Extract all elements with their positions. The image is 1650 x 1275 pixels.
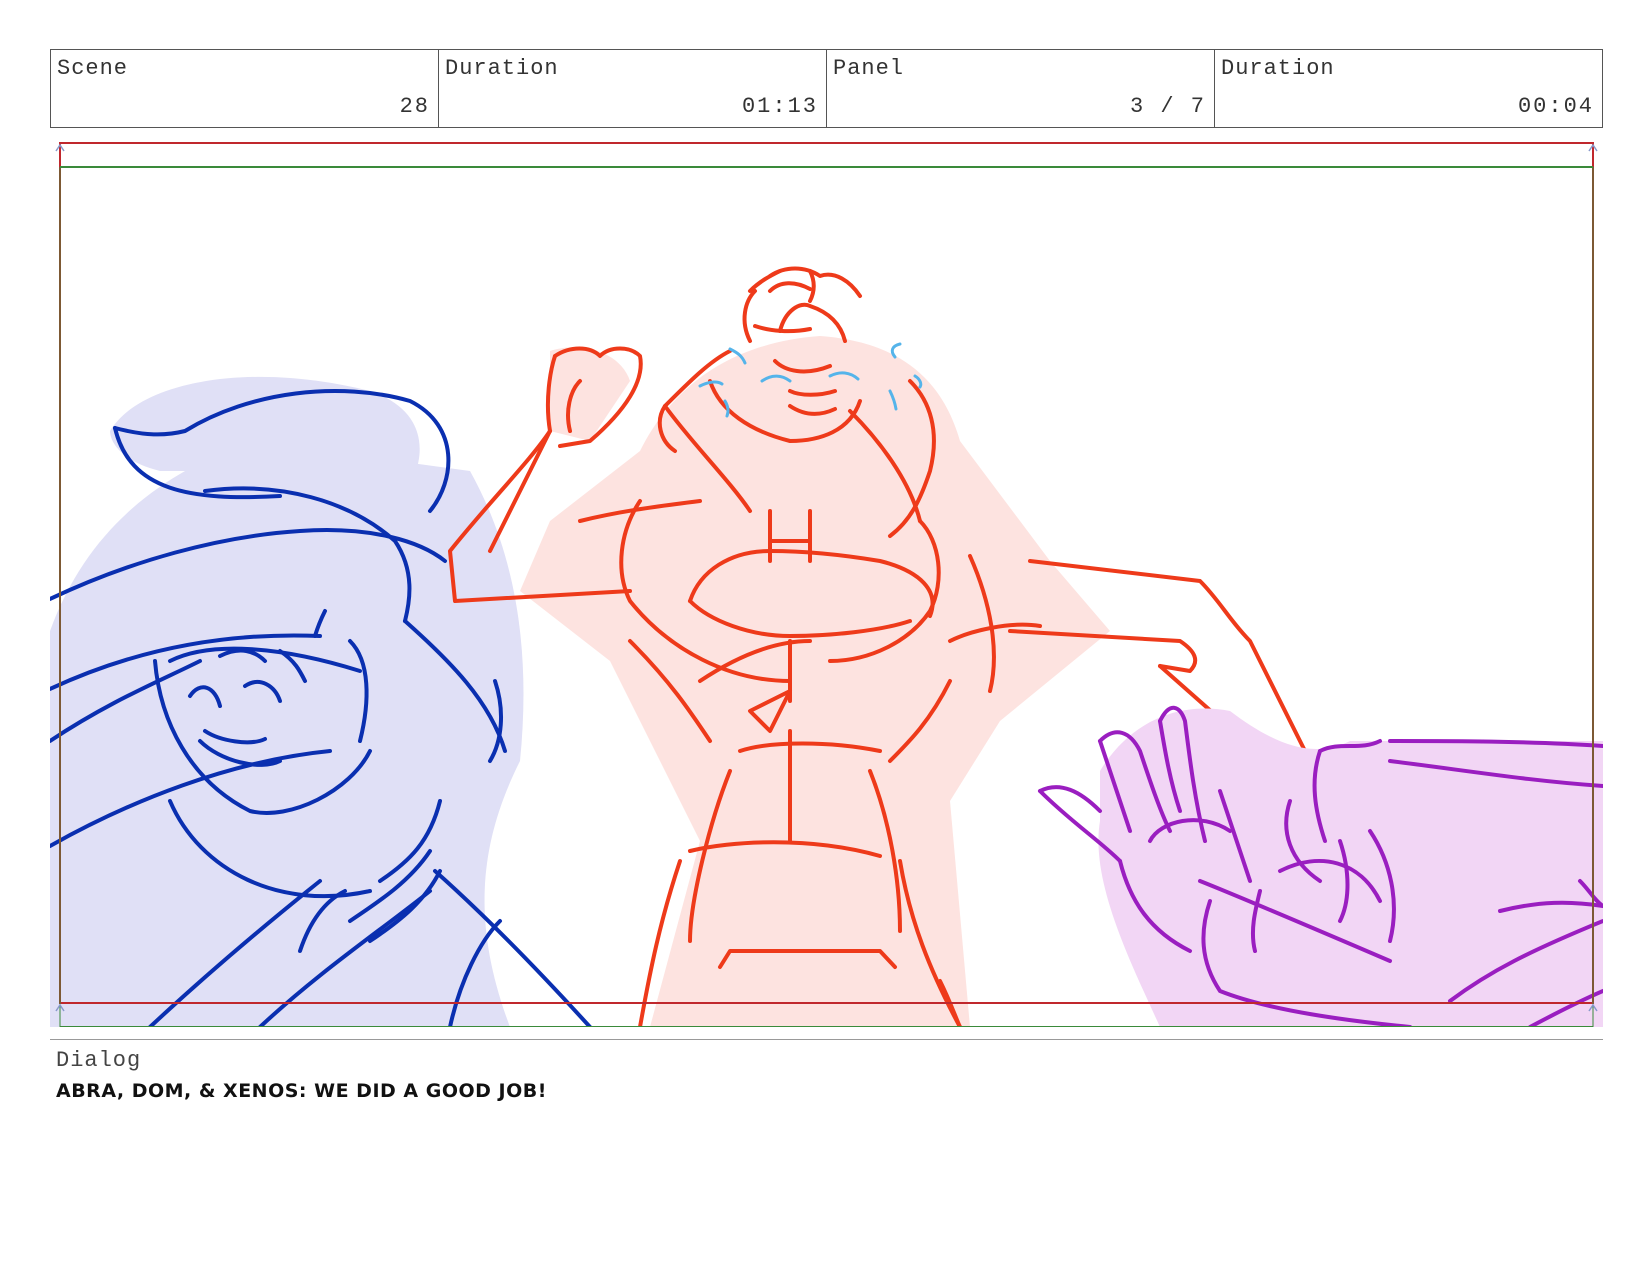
scene-duration-value: 01:13 (741, 94, 818, 119)
dialog-divider (50, 1039, 1603, 1040)
scene-duration-cell: Duration 01:13 (439, 50, 827, 127)
panel-duration-label: Duration (1221, 56, 1335, 81)
panel-duration-value: 00:04 (1517, 94, 1594, 119)
character-right-sketch (1038, 705, 1603, 1027)
dialog-text: ABRA, DOM, & XENOS: WE DID A GOOD JOB! (56, 1080, 547, 1102)
character-left-sketch (50, 376, 592, 1027)
scene-duration-label: Duration (445, 56, 559, 81)
panel-label: Panel (833, 56, 905, 81)
panel-duration-cell: Duration 00:04 (1215, 50, 1602, 127)
scene-cell: Scene 28 (51, 50, 439, 127)
storyboard-drawing (50, 142, 1603, 1027)
dialog-label: Dialog (56, 1048, 142, 1073)
panel-number: 3 / 7 (1129, 94, 1206, 119)
panel-cell: Panel 3 / 7 (827, 50, 1215, 127)
storyboard-panel (50, 141, 1603, 1027)
scene-number: 28 (399, 94, 430, 119)
panel-info-header: Scene 28 Duration 01:13 Panel 3 / 7 Dura… (50, 49, 1603, 128)
scene-label: Scene (57, 56, 129, 81)
